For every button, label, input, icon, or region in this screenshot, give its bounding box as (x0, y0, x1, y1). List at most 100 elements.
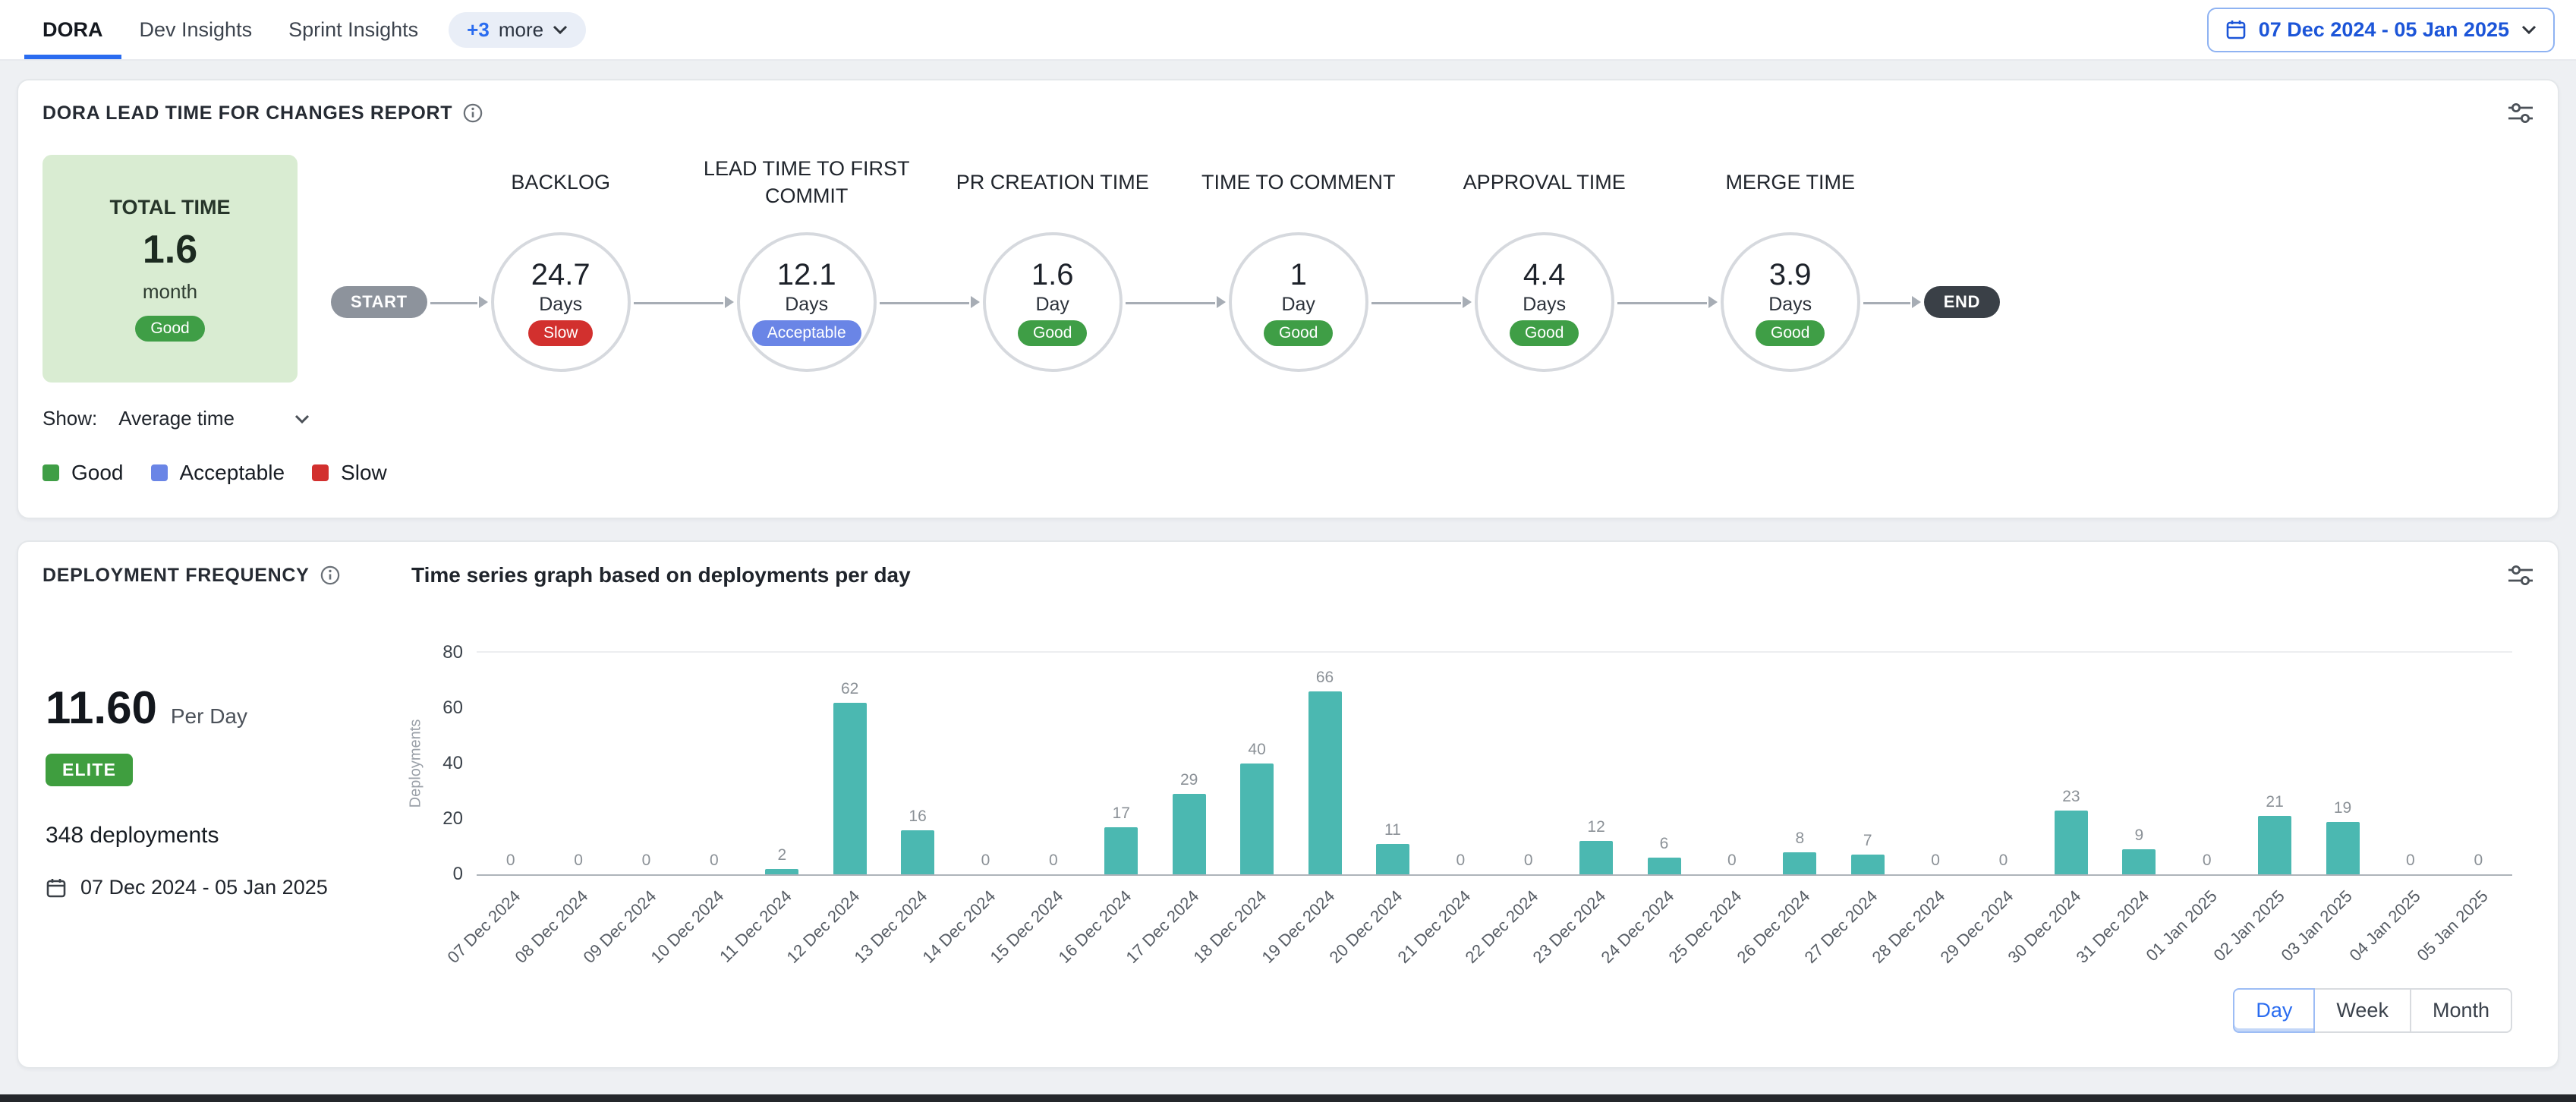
stage-unit: Days (1768, 294, 1812, 316)
bar-value-label: 19 (2334, 799, 2351, 817)
deployment-bar[interactable] (1648, 858, 1681, 874)
x-axis-label: 29 Dec 2024 (1936, 886, 2017, 968)
x-axis-label: 18 Dec 2024 (1190, 886, 1271, 968)
stage-value: 1.6 (1031, 258, 1074, 292)
bar-value-label: 16 (909, 808, 926, 826)
stage-badge: Good (1756, 320, 1825, 346)
deployment-bar[interactable] (1851, 855, 1885, 874)
sliders-icon (2508, 102, 2533, 124)
granularity-month[interactable]: Month (2410, 988, 2512, 1033)
deployment-settings-button[interactable] (2508, 564, 2533, 587)
show-label: Show: (43, 407, 97, 430)
bar-value-label: 0 (1456, 852, 1465, 870)
deployment-bar[interactable] (1376, 844, 1409, 874)
x-axis-label: 03 Jan 2025 (2278, 886, 2357, 965)
legend-color-swatch (151, 464, 168, 481)
bar-value-label: 6 (1660, 835, 1669, 853)
granularity-day[interactable]: Day (2233, 988, 2315, 1033)
deployment-date-range-text: 07 Dec 2024 - 05 Jan 2025 (80, 876, 328, 899)
deployment-bar[interactable] (2122, 849, 2156, 874)
y-axis-tick: 40 (442, 753, 463, 774)
lead-time-card: DORA LEAD TIME FOR CHANGES REPORT TOTAL … (17, 79, 2559, 519)
deployment-bar[interactable] (1240, 764, 1274, 874)
x-axis-label: 16 Dec 2024 (1054, 886, 1135, 968)
date-range-picker[interactable]: 07 Dec 2024 - 05 Jan 2025 (2207, 8, 2555, 52)
info-icon[interactable] (463, 103, 483, 123)
deployment-bar[interactable] (765, 869, 798, 874)
more-tabs-button[interactable]: +3 more (449, 12, 586, 48)
stage-value: 4.4 (1523, 258, 1566, 292)
x-axis-label: 31 Dec 2024 (2072, 886, 2153, 968)
flow-arrow-icon (631, 291, 737, 313)
tab-dora[interactable]: DORA (24, 0, 121, 59)
show-dropdown[interactable]: Average time (118, 407, 310, 430)
x-axis-label: 01 Jan 2025 (2142, 886, 2221, 965)
tab-sprint-insights[interactable]: Sprint Insights (270, 0, 436, 59)
stage-value: 24.7 (531, 258, 590, 292)
top-navigation-bar: DORADev InsightsSprint Insights +3 more … (0, 0, 2576, 61)
bar-value-label: 0 (2474, 852, 2483, 870)
x-axis-label: 09 Dec 2024 (579, 886, 660, 968)
legend-color-swatch (43, 464, 59, 481)
legend-item-good: Good (43, 461, 124, 485)
x-axis-label: 28 Dec 2024 (1869, 886, 1950, 968)
bar-value-label: 2 (777, 846, 786, 864)
stage-title: PR CREATION TIME (935, 147, 1170, 232)
bar-value-label: 0 (642, 852, 651, 870)
deployment-card-header: DEPLOYMENT FREQUENCY Time series graph b… (43, 563, 2533, 587)
deployment-summary: 11.60 Per Day ELITE 348 deployments 07 D… (43, 594, 401, 1033)
bar-value-label: 0 (2203, 852, 2212, 870)
deployments-total: 348 deployments (46, 823, 401, 849)
granularity-week[interactable]: Week (2313, 988, 2411, 1033)
deployment-bar[interactable] (1308, 691, 1342, 874)
chevron-down-icon (294, 414, 310, 423)
deployment-bar[interactable] (833, 703, 867, 874)
date-range-text: 07 Dec 2024 - 05 Jan 2025 (2259, 18, 2509, 42)
y-axis-tick: 60 (442, 697, 463, 719)
stage-lead-time-to-first-commit: LEAD TIME TO FIRST COMMIT12.1DaysAccepta… (737, 232, 877, 372)
x-axis-label: 05 Jan 2025 (2414, 886, 2493, 965)
plot-area: Deployments 0204060800000262160017294066… (477, 651, 2512, 876)
deployment-bar[interactable] (1579, 841, 1613, 874)
bar-value-label: 0 (1049, 852, 1058, 870)
deployment-bar[interactable] (2326, 822, 2360, 874)
deployment-bar[interactable] (2258, 816, 2291, 874)
deployment-bar[interactable] (2055, 811, 2088, 874)
legend-label: Acceptable (180, 461, 285, 485)
total-time-unit: month (143, 280, 197, 304)
bar-value-label: 23 (2062, 788, 2080, 806)
bar-value-label: 0 (2406, 852, 2415, 870)
deployment-bar[interactable] (1104, 827, 1138, 874)
lead-time-content: TOTAL TIME 1.6 month Good STARTBACKLOG24… (43, 137, 2533, 383)
show-selector-row: Show: Average time (43, 407, 2533, 430)
bar-value-label: 66 (1316, 669, 1334, 687)
bar-value-label: 29 (1180, 771, 1198, 789)
deployment-bar[interactable] (1173, 794, 1206, 874)
stage-badge: Good (1510, 320, 1579, 346)
stage-badge: Slow (528, 320, 594, 346)
legend-item-slow: Slow (312, 461, 387, 485)
info-icon[interactable] (320, 565, 340, 585)
flow-arrow-icon (1614, 291, 1721, 313)
bar-value-label: 11 (1384, 821, 1401, 839)
deployment-bar[interactable] (1783, 852, 1816, 874)
dora-dashboard: DORADev InsightsSprint Insights +3 more … (0, 0, 2576, 1102)
bar-value-label: 0 (506, 852, 515, 870)
stage-circle: 1.6DayGood (983, 232, 1123, 372)
lead-time-settings-button[interactable] (2508, 102, 2533, 124)
total-time-label: TOTAL TIME (110, 196, 231, 219)
stage-unit: Days (539, 294, 582, 316)
x-axis-label: 23 Dec 2024 (1529, 886, 1611, 968)
start-pill: START (331, 286, 427, 318)
x-axis-label: 08 Dec 2024 (512, 886, 593, 968)
stage-value: 1 (1290, 258, 1307, 292)
legend: Good Acceptable Slow (43, 461, 2533, 485)
legend-label: Slow (341, 461, 387, 485)
tab-dev-insights[interactable]: Dev Insights (121, 0, 271, 59)
tab-bar: DORADev InsightsSprint Insights (24, 0, 436, 59)
stage-title: MERGE TIME (1673, 147, 1908, 232)
stage-unit: Day (1281, 294, 1315, 316)
y-axis-tick: 20 (442, 808, 463, 830)
stage-pr-creation-time: PR CREATION TIME1.6DayGood (983, 232, 1123, 372)
deployment-bar[interactable] (901, 830, 934, 874)
